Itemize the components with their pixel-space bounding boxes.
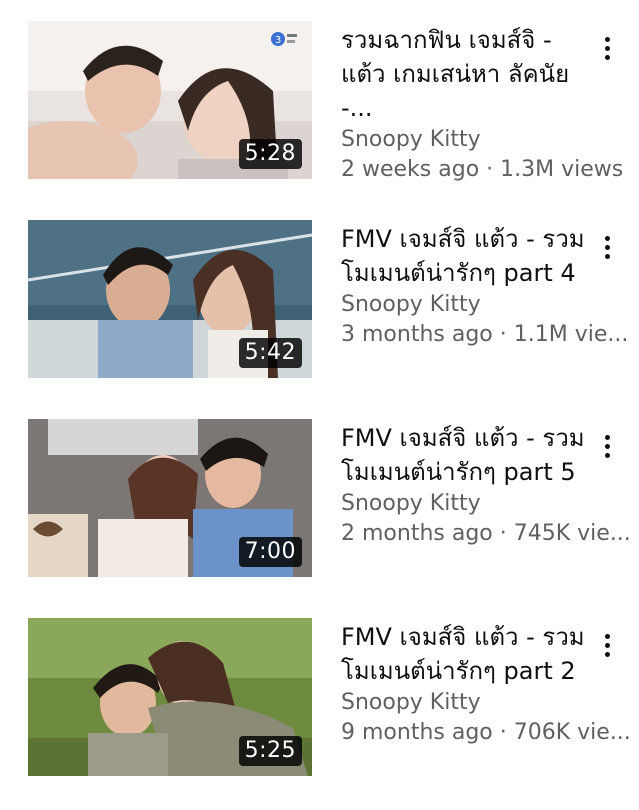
video-meta[interactable]: FMV เจมส์จิ แต้ว - รวมโมเมนต์น่ารักๆ par…	[341, 222, 628, 350]
video-thumbnail[interactable]: 5:25	[28, 618, 312, 776]
video-title[interactable]: FMV เจมส์จิ แต้ว - รวมโมเมนต์น่ารักๆ par…	[341, 222, 591, 290]
more-vert-icon[interactable]	[596, 634, 618, 664]
video-thumbnail[interactable]: 5:42	[28, 220, 312, 378]
duration-badge: 7:00	[238, 537, 302, 567]
channel-name[interactable]: Snoopy Kitty	[341, 688, 591, 718]
video-stats: 3 months ago · 1.1M vie...	[341, 322, 629, 347]
video-title[interactable]: FMV เจมส์จิ แต้ว - รวมโมเมนต์น่ารักๆ par…	[341, 620, 591, 688]
video-item[interactable]: 3 5:28 รวมฉากฟิน เจมส์จิ - แต้ว เกมเสน่ห…	[0, 21, 639, 182]
channel-watermark-icon: 3	[271, 32, 297, 46]
duration-badge: 5:28	[238, 139, 302, 169]
channel-name[interactable]: Snoopy Kitty	[341, 290, 591, 320]
video-list: 3 5:28 รวมฉากฟิน เจมส์จิ - แต้ว เกมเสน่ห…	[0, 0, 639, 810]
video-item[interactable]: 5:42 FMV เจมส์จิ แต้ว - รวมโมเมนต์น่ารัก…	[0, 220, 639, 380]
video-item[interactable]: 7:00 FMV เจมส์จิ แต้ว - รวมโมเมนต์น่ารัก…	[0, 419, 639, 579]
video-item[interactable]: 5:25 FMV เจมส์จิ แต้ว - รวมโมเมนต์น่ารัก…	[0, 618, 639, 778]
video-stats: 2 weeks ago · 1.3M views	[341, 157, 624, 182]
video-title[interactable]: FMV เจมส์จิ แต้ว - รวมโมเมนต์น่ารักๆ par…	[341, 421, 591, 489]
duration-badge: 5:42	[238, 338, 302, 368]
channel-name[interactable]: Snoopy Kitty	[341, 125, 591, 155]
more-vert-icon[interactable]	[596, 435, 618, 465]
channel-name[interactable]: Snoopy Kitty	[341, 489, 591, 519]
more-vert-icon[interactable]	[596, 37, 618, 67]
video-title[interactable]: รวมฉากฟิน เจมส์จิ - แต้ว เกมเสน่หา ลัคนั…	[341, 23, 591, 125]
video-stats: 2 months ago · 745K vie...	[341, 521, 631, 546]
video-meta[interactable]: FMV เจมส์จิ แต้ว - รวมโมเมนต์น่ารักๆ par…	[341, 421, 631, 549]
video-meta[interactable]: FMV เจมส์จิ แต้ว - รวมโมเมนต์น่ารักๆ par…	[341, 620, 631, 748]
video-thumbnail[interactable]: 7:00	[28, 419, 312, 577]
svg-text:3: 3	[275, 35, 281, 46]
video-meta[interactable]: รวมฉากฟิน เจมส์จิ - แต้ว เกมเสน่หา ลัคนั…	[341, 23, 623, 185]
more-vert-icon[interactable]	[596, 236, 618, 266]
duration-badge: 5:25	[238, 736, 302, 766]
video-thumbnail[interactable]: 3 5:28	[28, 21, 312, 179]
video-stats: 9 months ago · 706K vie...	[341, 720, 631, 745]
